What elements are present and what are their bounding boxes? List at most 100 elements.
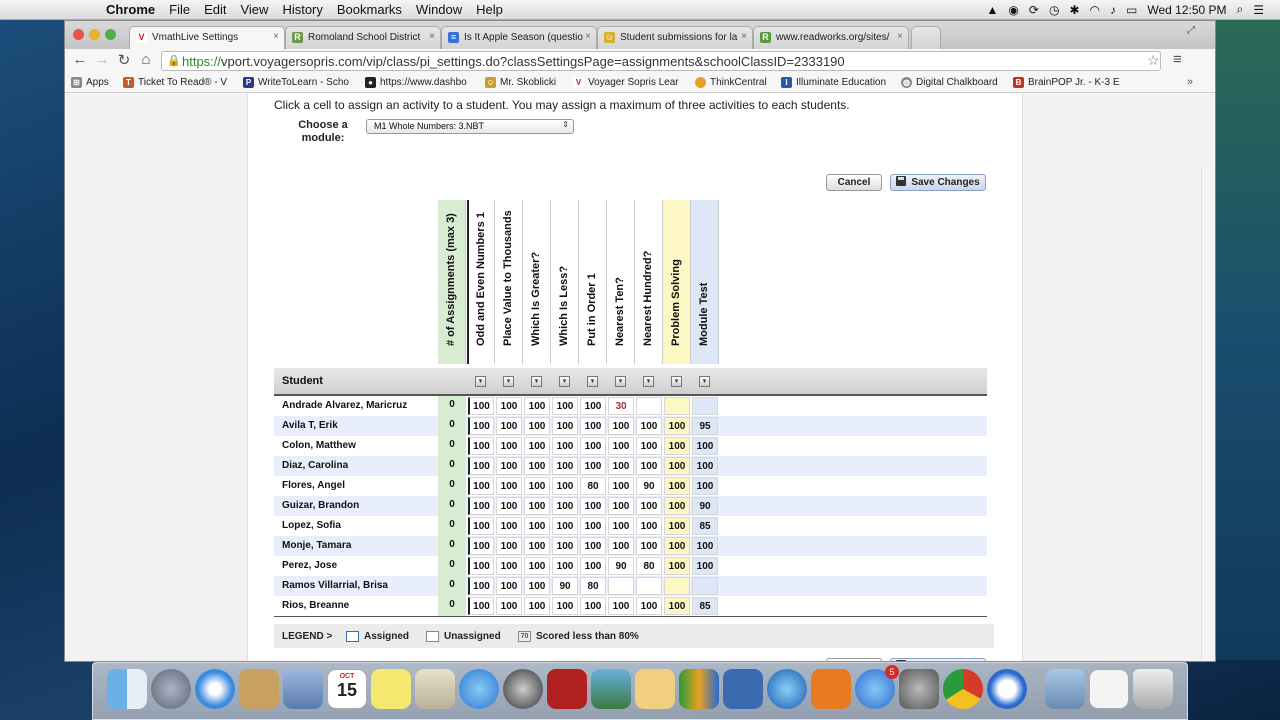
menu-history[interactable]: History [282, 2, 322, 17]
activity-score-cell[interactable]: 100 [580, 457, 606, 475]
activity-score-cell[interactable] [692, 397, 718, 415]
quicktime-icon[interactable] [987, 669, 1027, 709]
wifi-icon[interactable]: ◠ [1090, 3, 1100, 17]
bookmark-thinkcentral[interactable]: ThinkCentral [695, 77, 767, 88]
documents-stack-icon[interactable] [1089, 669, 1129, 709]
activity-score-cell[interactable]: 100 [664, 497, 690, 515]
safari-icon[interactable] [195, 669, 235, 709]
column-filter-dropdown-icon[interactable]: ▾ [615, 376, 626, 387]
activity-score-cell[interactable]: 100 [496, 557, 522, 575]
tab-close-icon[interactable]: × [741, 31, 747, 42]
bluetooth-icon[interactable]: ✱ [1069, 3, 1079, 17]
preview-icon[interactable] [415, 669, 455, 709]
sync-icon[interactable]: ⟳ [1029, 3, 1039, 17]
contacts-icon[interactable] [239, 669, 279, 709]
spotlight-icon[interactable]: ⌕ [1237, 2, 1244, 17]
activity-score-cell[interactable]: 100 [524, 597, 550, 615]
activity-score-cell[interactable]: 100 [496, 457, 522, 475]
close-window-button[interactable] [73, 29, 84, 40]
keynote-icon[interactable] [723, 669, 763, 709]
tab-close-icon[interactable]: × [897, 31, 903, 42]
activity-score-cell[interactable]: 100 [524, 557, 550, 575]
notification-center-icon[interactable]: ☰ [1253, 3, 1264, 17]
column-filter-dropdown-icon[interactable]: ▾ [475, 376, 486, 387]
activity-score-cell[interactable]: 100 [636, 417, 662, 435]
column-filter-dropdown-icon[interactable]: ▾ [503, 376, 514, 387]
activity-score-cell[interactable] [664, 397, 690, 415]
activity-score-cell[interactable]: 100 [524, 517, 550, 535]
activity-score-cell[interactable]: 100 [692, 477, 718, 495]
activity-score-cell[interactable]: 100 [608, 597, 634, 615]
activity-score-cell[interactable]: 100 [580, 557, 606, 575]
address-bar[interactable]: 🔒 https://vport.voyagersopris.com/vip/cl… [161, 51, 1161, 71]
activity-score-cell[interactable]: 100 [692, 557, 718, 575]
activity-score-cell[interactable]: 100 [580, 537, 606, 555]
activity-score-cell[interactable] [608, 577, 634, 595]
activity-score-cell[interactable]: 85 [692, 517, 718, 535]
activity-score-cell[interactable]: 100 [580, 417, 606, 435]
activity-score-cell[interactable] [664, 577, 690, 595]
activity-score-cell[interactable]: 100 [636, 597, 662, 615]
activity-score-cell[interactable]: 80 [580, 477, 606, 495]
tab-close-icon[interactable]: × [585, 31, 591, 42]
reload-icon[interactable]: ↻ [115, 51, 133, 69]
activity-score-cell[interactable]: 90 [552, 577, 578, 595]
record-icon[interactable]: ◉ [1008, 3, 1018, 17]
activity-score-cell[interactable]: 100 [552, 557, 578, 575]
tab-student-submissions[interactable]: ☺ Student submissions for la × [597, 26, 753, 49]
clock[interactable]: Wed 12:50 PM [1147, 3, 1226, 17]
activity-score-cell[interactable]: 100 [552, 537, 578, 555]
activity-score-cell[interactable]: 100 [664, 417, 690, 435]
numbers-icon[interactable] [679, 669, 719, 709]
activity-score-cell[interactable]: 100 [664, 597, 690, 615]
column-filter-dropdown-icon[interactable]: ▾ [531, 376, 542, 387]
activity-score-cell[interactable]: 100 [664, 537, 690, 555]
chrome-dock-icon[interactable] [943, 669, 983, 709]
bookmark-star-icon[interactable]: ☆ [1147, 52, 1160, 69]
activity-score-cell[interactable]: 100 [664, 517, 690, 535]
bookmark-apps[interactable]: ⊞ Apps [71, 77, 109, 88]
activity-score-cell[interactable] [636, 397, 662, 415]
menu-file[interactable]: File [169, 2, 190, 17]
activity-score-cell[interactable]: 100 [664, 477, 690, 495]
activity-score-cell[interactable]: 100 [692, 537, 718, 555]
bookmark-brainpop[interactable]: B BrainPOP Jr. - K-3 E [1013, 77, 1120, 88]
activity-score-cell[interactable]: 85 [692, 597, 718, 615]
bookmarks-overflow-icon[interactable]: » [1187, 76, 1193, 88]
tab-romoland[interactable]: R Romoland School District × [285, 26, 441, 49]
activity-score-cell[interactable]: 100 [468, 417, 494, 435]
activity-score-cell[interactable]: 100 [552, 517, 578, 535]
page-scrollbar[interactable] [1201, 167, 1215, 661]
activity-score-cell[interactable]: 100 [636, 437, 662, 455]
activity-score-cell[interactable]: 100 [468, 577, 494, 595]
activity-score-cell[interactable]: 100 [664, 557, 690, 575]
activity-score-cell[interactable]: 80 [636, 557, 662, 575]
column-filter-dropdown-icon[interactable]: ▾ [671, 376, 682, 387]
column-filter-dropdown-icon[interactable]: ▾ [559, 376, 570, 387]
tab-close-icon[interactable]: × [429, 31, 435, 42]
activity-score-cell[interactable]: 100 [608, 457, 634, 475]
activity-score-cell[interactable]: 30 [608, 397, 634, 415]
minimize-window-button[interactable] [89, 29, 100, 40]
menu-bookmarks[interactable]: Bookmarks [337, 2, 402, 17]
photo-booth-icon[interactable] [547, 669, 587, 709]
ibooks-icon[interactable] [811, 669, 851, 709]
bookmark-ticket-to-read[interactable]: T Ticket To Read® - V [123, 77, 227, 88]
home-icon[interactable]: ⌂ [137, 51, 155, 68]
pages-icon[interactable] [635, 669, 675, 709]
messages-icon[interactable] [459, 669, 499, 709]
activity-score-cell[interactable]: 100 [496, 537, 522, 555]
activity-score-cell[interactable]: 100 [552, 477, 578, 495]
fullscreen-icon[interactable]: ⤢ [1187, 25, 1195, 36]
finder-icon[interactable] [107, 669, 147, 709]
activity-score-cell[interactable]: 100 [608, 517, 634, 535]
activity-score-cell[interactable]: 100 [580, 437, 606, 455]
activity-score-cell[interactable]: 100 [580, 517, 606, 535]
module-select[interactable]: M1 Whole Numbers: 3.NBT ⇕ [366, 119, 574, 134]
bookmark-voyager[interactable]: V Voyager Sopris Lear [573, 77, 679, 88]
activity-score-cell[interactable]: 100 [636, 457, 662, 475]
system-preferences-icon[interactable] [899, 669, 939, 709]
activity-score-cell[interactable]: 100 [552, 457, 578, 475]
activity-score-cell[interactable]: 100 [524, 457, 550, 475]
activity-score-cell[interactable]: 100 [580, 397, 606, 415]
